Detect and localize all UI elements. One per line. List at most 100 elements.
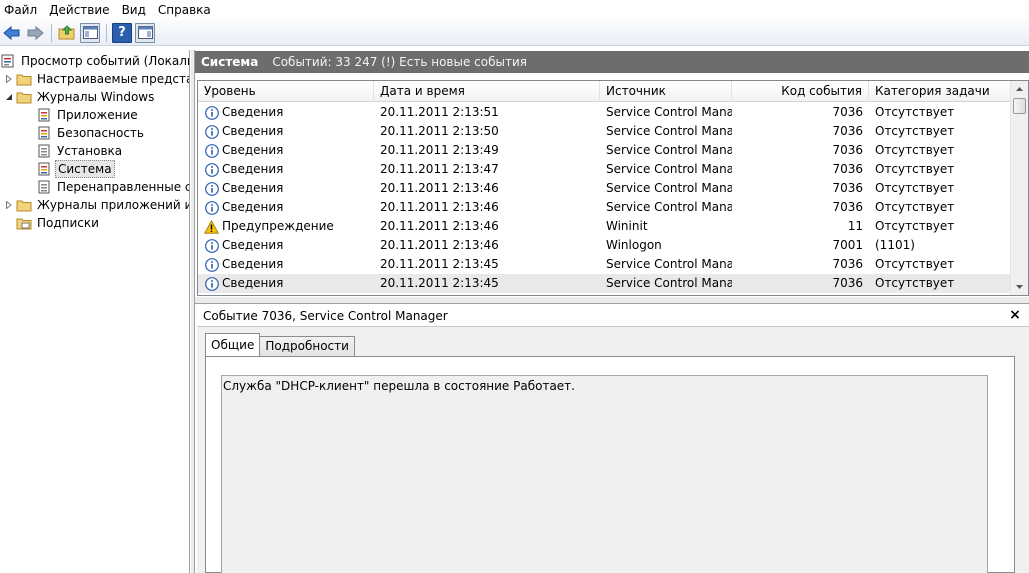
scrollbar-thumb[interactable]	[1013, 98, 1026, 114]
table-row[interactable]: Сведения 20.11.2011 2:13:47 Service Contro…	[198, 160, 1011, 179]
cell-date: 20.11.2011 2:13:45	[380, 257, 499, 271]
cell-category: Отсутствует	[875, 276, 955, 290]
console-tree: Просмотр событий (Локальный) Настраиваем…	[0, 50, 190, 573]
tree-item-root[interactable]: Просмотр событий (Локальный)	[0, 52, 189, 70]
tree-item-app-logs[interactable]: Журналы приложений и служб	[4, 196, 189, 214]
vertical-splitter[interactable]	[190, 50, 195, 573]
toolbar-separator	[106, 23, 107, 42]
table-row[interactable]: Сведения 20.11.2011 2:13:50 Service Contro…	[198, 122, 1011, 141]
cell-event-id: 7036	[832, 162, 863, 176]
cell-event-id: 7036	[832, 143, 863, 157]
cell-date: 20.11.2011 2:13:46	[380, 200, 499, 214]
cell-date: 20.11.2011 2:13:47	[380, 162, 499, 176]
tab-general[interactable]: Общие	[205, 333, 261, 356]
log-icon	[36, 143, 52, 159]
cell-source: Service Control Mana...	[606, 200, 732, 214]
info-icon	[204, 276, 219, 291]
tree-item-windows-logs[interactable]: Журналы Windows	[4, 88, 156, 106]
detail-tabs: Общие Подробности	[205, 333, 355, 356]
forward-arrow-icon[interactable]	[25, 23, 45, 43]
cell-date: 20.11.2011 2:13:51	[380, 105, 499, 119]
cell-source: Winlogon	[606, 238, 662, 252]
log-icon	[36, 179, 52, 195]
console-tree-icon[interactable]	[80, 22, 100, 43]
column-header-category[interactable]: Категория задачи	[869, 81, 1011, 102]
cell-level: Сведения	[198, 160, 374, 179]
level-text: Сведения	[222, 143, 284, 157]
cell-event-id: 7036	[832, 105, 863, 119]
level-text: Сведения	[222, 257, 284, 271]
table-row[interactable]: Предупреждение 20.11.2011 2:13:46 Wininit 1…	[198, 217, 1011, 236]
scroll-up-icon[interactable]	[1011, 81, 1028, 97]
horizontal-splitter[interactable]	[195, 297, 1029, 304]
up-folder-icon[interactable]	[57, 23, 77, 43]
column-header-date[interactable]: Дата и время	[374, 81, 600, 102]
cell-source: Service Control Mana...	[606, 276, 732, 290]
level-text: Сведения	[222, 105, 284, 119]
log-icon	[36, 125, 52, 141]
log-title: Система	[201, 55, 259, 69]
help-icon[interactable]: ?	[112, 22, 132, 43]
log-icon	[36, 107, 52, 123]
events-table: Уровень Дата и время Источник Код событи…	[197, 80, 1029, 296]
cell-category: Отсутствует	[875, 257, 955, 271]
cell-date: 20.11.2011 2:13:46	[380, 219, 499, 233]
column-header-source[interactable]: Источник	[600, 81, 732, 102]
close-icon[interactable]: ×	[1007, 307, 1023, 323]
level-text: Сведения	[222, 162, 284, 176]
event-detail-header: Событие 7036, Service Control Manager ×	[197, 305, 1029, 327]
expand-arrow-icon[interactable]	[4, 200, 14, 210]
table-row[interactable]: Сведения 20.11.2011 2:13:46 Winlogon 7001 (1…	[198, 236, 1011, 255]
table-row[interactable]: Сведения 20.11.2011 2:13:46 Service Contro…	[198, 198, 1011, 217]
table-body: Сведения 20.11.2011 2:13:51 Service Contro…	[198, 103, 1011, 293]
table-row[interactable]: Сведения 20.11.2011 2:13:45 Service Contro…	[198, 274, 1011, 293]
tab-details[interactable]: Подробности	[259, 336, 355, 356]
column-header-event-id[interactable]: Код события	[732, 81, 869, 102]
cell-event-id: 7036	[832, 124, 863, 138]
tree-item-subscriptions[interactable]: Подписки	[16, 214, 101, 232]
info-icon	[204, 162, 219, 177]
table-header: Уровень Дата и время Источник Код событи…	[198, 81, 1011, 102]
menu-bar: Файл Действие Вид Справка	[0, 0, 1029, 20]
subscriptions-icon	[16, 215, 32, 231]
cell-source: Service Control Mana...	[606, 105, 732, 119]
back-arrow-icon[interactable]	[2, 23, 22, 43]
menu-file[interactable]: Файл	[0, 1, 43, 19]
table-row[interactable]: Сведения 20.11.2011 2:13:51 Service Contro…	[198, 103, 1011, 122]
cell-date: 20.11.2011 2:13:50	[380, 124, 499, 138]
action-pane-icon[interactable]	[135, 22, 155, 43]
tree-item-custom-views[interactable]: Настраиваемые представления	[4, 70, 189, 88]
tree-item-forwarded[interactable]: Перенаправленные события	[36, 178, 189, 196]
table-scrollbar[interactable]	[1010, 81, 1028, 295]
collapse-arrow-icon[interactable]	[4, 92, 14, 102]
event-count-status: Событий: 33 247 (!) Есть новые события	[272, 55, 527, 69]
info-icon	[204, 200, 219, 215]
level-text: Сведения	[222, 276, 284, 290]
folder-icon	[16, 89, 32, 105]
tree-item-security[interactable]: Безопасность	[36, 124, 146, 142]
menu-view[interactable]: Вид	[118, 1, 152, 19]
table-row[interactable]: Сведения 20.11.2011 2:13:45 Service Contro…	[198, 255, 1011, 274]
cell-level: Сведения	[198, 274, 374, 293]
folder-icon	[16, 197, 32, 213]
tree-item-setup[interactable]: Установка	[36, 142, 124, 160]
column-header-level[interactable]: Уровень	[198, 81, 374, 102]
scroll-down-icon[interactable]	[1011, 279, 1028, 295]
cell-event-id: 11	[847, 219, 863, 233]
menu-action[interactable]: Действие	[45, 1, 115, 19]
cell-category: (1101)	[875, 238, 915, 252]
table-row[interactable]: Сведения 20.11.2011 2:13:49 Service Contro…	[198, 141, 1011, 160]
expand-arrow-icon[interactable]	[4, 74, 14, 84]
level-text: Сведения	[222, 124, 284, 138]
info-icon	[204, 238, 219, 253]
tree-item-application[interactable]: Приложение	[36, 106, 140, 124]
tab-content: Служба "DHCP-клиент" перешла в состояние…	[205, 356, 1015, 573]
info-icon	[204, 257, 219, 272]
table-row[interactable]: Сведения 20.11.2011 2:13:46 Service Contro…	[198, 179, 1011, 198]
warning-icon	[204, 219, 219, 234]
level-text: Сведения	[222, 238, 284, 252]
tree-item-system[interactable]: Система	[36, 160, 115, 178]
info-icon	[204, 181, 219, 196]
menu-help[interactable]: Справка	[154, 1, 217, 19]
cell-event-id: 7036	[832, 200, 863, 214]
